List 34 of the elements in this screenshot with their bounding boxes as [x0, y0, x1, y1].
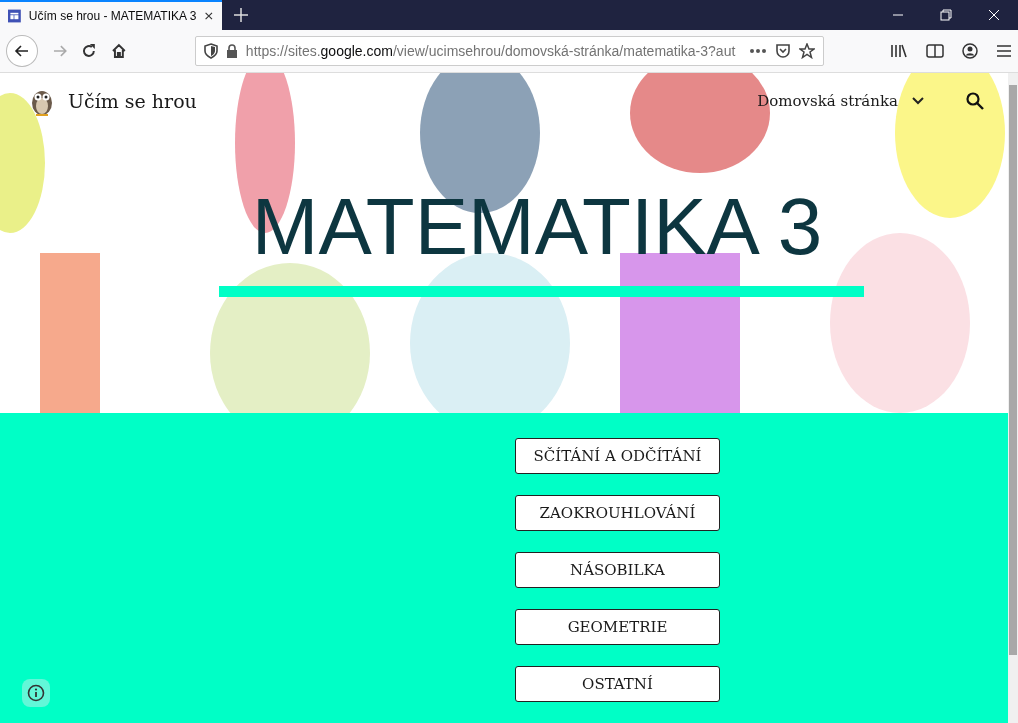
address-bar[interactable]: https://sites.google.com/view/ucimsehrou/domovská-stránka/matematika-3?aut — [194, 36, 824, 66]
reload-icon[interactable] — [81, 43, 98, 59]
pocket-icon[interactable] — [775, 43, 791, 59]
close-icon[interactable] — [988, 9, 1000, 21]
new-tab-icon[interactable] — [234, 8, 248, 22]
page-title: MATEMATIKA 3 — [250, 187, 824, 267]
topic-button[interactable]: SČÍTÁNÍ A ODČÍTÁNÍ — [515, 438, 720, 474]
search-icon[interactable] — [966, 92, 984, 110]
more-icon[interactable] — [749, 48, 767, 54]
menu-icon[interactable] — [996, 44, 1012, 58]
home-icon[interactable] — [111, 43, 127, 59]
site-title: Učím se hrou — [68, 90, 197, 112]
browser-tab[interactable]: Učím se hrou - MATEMATIKA 3 — [0, 0, 222, 30]
tab-title: Učím se hrou - MATEMATIKA 3 — [28, 9, 197, 23]
library-icon[interactable] — [890, 43, 908, 59]
nav-link[interactable]: Domovská stránka — [757, 92, 898, 110]
back-button[interactable] — [6, 35, 38, 67]
restore-icon[interactable] — [940, 9, 952, 21]
url-text: https://sites.google.com/view/ucimsehrou/domovská-stránka/matematika-3?aut — [245, 43, 737, 59]
shield-icon[interactable] — [203, 43, 218, 59]
account-icon[interactable] — [962, 43, 978, 59]
scrollbar[interactable] — [1008, 73, 1018, 723]
back-arrow-icon — [13, 43, 30, 59]
chevron-down-icon[interactable] — [912, 97, 924, 105]
topic-button[interactable]: ZAOKROUHLOVÁNÍ — [515, 495, 720, 531]
lock-icon[interactable] — [225, 44, 238, 58]
info-button[interactable] — [22, 679, 50, 707]
close-tab-icon[interactable] — [204, 10, 214, 22]
topic-button[interactable]: NÁSOBILKA — [515, 552, 720, 588]
star-icon[interactable] — [799, 43, 815, 59]
topic-button[interactable]: OSTATNÍ — [515, 666, 720, 702]
topic-button[interactable]: GEOMETRIE — [515, 609, 720, 645]
reader-view-icon[interactable] — [926, 43, 944, 59]
site-favicon-icon — [8, 8, 21, 24]
